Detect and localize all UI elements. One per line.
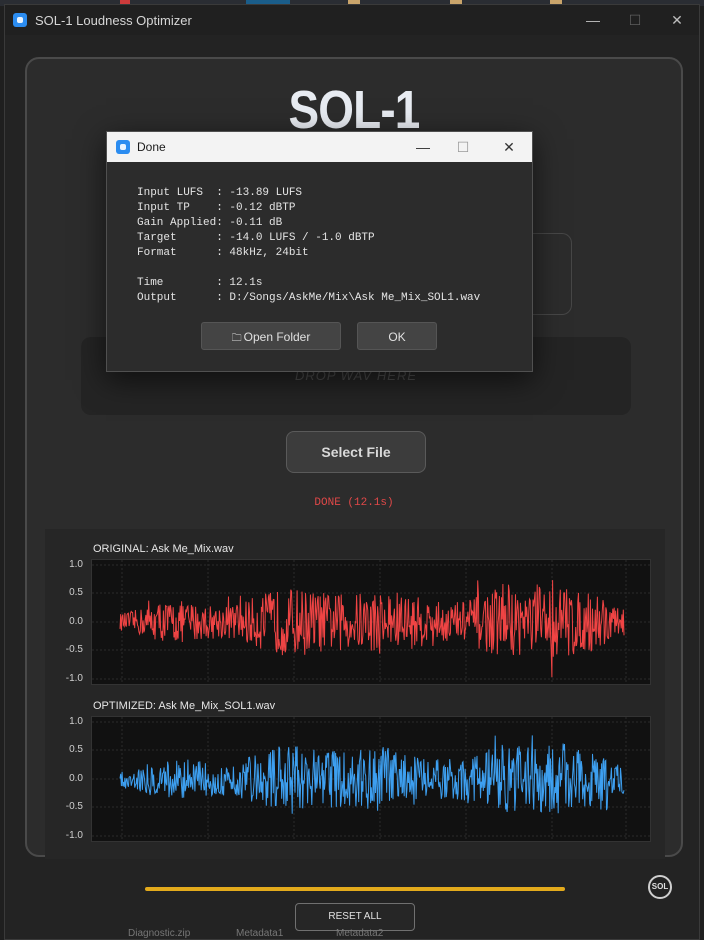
- waveform-trace: [119, 735, 625, 814]
- y-tick: -1.0: [65, 830, 83, 841]
- sol-logo-badge: SOL: [648, 875, 672, 899]
- optimized-waveform-svg: [92, 717, 650, 841]
- reset-all-button[interactable]: RESET ALL: [295, 903, 415, 931]
- y-tick: -1.0: [65, 673, 83, 684]
- y-tick: 0.0: [69, 773, 83, 784]
- report-line: Target : -14.0 LUFS / -1.0 dBTP: [137, 232, 375, 244]
- open-folder-label: Open Folder: [243, 330, 311, 344]
- window-title: SOL-1 Loudness Optimizer: [35, 13, 192, 28]
- optimized-waveform-title: OPTIMIZED: Ask Me_Mix_SOL1.wav: [93, 700, 276, 712]
- app-icon: [116, 140, 130, 154]
- y-tick: 1.0: [69, 559, 83, 570]
- dialog-minimize-button[interactable]: —: [403, 136, 443, 158]
- taskbar-item: Metadata2: [336, 928, 384, 939]
- y-tick: -0.5: [65, 801, 83, 812]
- original-waveform-svg: [92, 560, 650, 684]
- dialog-maximize-button[interactable]: ☐: [443, 136, 483, 158]
- minimize-button[interactable]: —: [573, 9, 613, 31]
- waveform-trace: [119, 580, 625, 678]
- status-text: DONE (12.1s): [314, 497, 394, 509]
- y-tick: -0.5: [65, 644, 83, 655]
- settings-box: [527, 233, 572, 315]
- original-waveform-title: ORIGINAL: Ask Me_Mix.wav: [93, 543, 234, 555]
- y-tick: 1.0: [69, 716, 83, 727]
- dialog-titlebar: Done — ☐ ✕: [107, 132, 532, 162]
- dialog-close-button[interactable]: ✕: [489, 136, 529, 158]
- maximize-button[interactable]: ☐: [615, 9, 655, 31]
- report-line: Gain Applied: -0.11 dB: [137, 217, 283, 229]
- report-line: Format : 48kHz, 24bit: [137, 247, 309, 259]
- result-report: Input LUFS : -13.89 LUFS Input TP : -0.1…: [137, 186, 480, 306]
- report-line: Input LUFS : -13.89 LUFS: [137, 187, 303, 199]
- waveform-area: ORIGINAL: Ask Me_Mix.wav 1.0 0.5 0.0 -0.…: [45, 529, 665, 859]
- ok-button[interactable]: OK: [357, 322, 437, 350]
- original-waveform-plot: [91, 559, 651, 685]
- done-dialog: Done — ☐ ✕ Input LUFS : -13.89 LUFS Inpu…: [106, 131, 533, 372]
- dialog-title: Done: [137, 140, 166, 154]
- progress-bar: [145, 887, 565, 891]
- open-folder-button[interactable]: 🗀 Open Folder: [201, 322, 341, 350]
- close-button[interactable]: ✕: [657, 9, 697, 31]
- taskbar-item: Diagnostic.zip: [128, 928, 191, 939]
- report-line: Input TP : -0.12 dBTP: [137, 202, 296, 214]
- optimized-waveform-plot: [91, 716, 651, 842]
- window-titlebar: SOL-1 Loudness Optimizer — ☐ ✕: [5, 5, 699, 35]
- folder-icon: 🗀: [231, 333, 242, 344]
- report-line: Time : 12.1s: [137, 277, 263, 289]
- report-line: Output : D:/Songs/AskMe/Mix\Ask Me_Mix_S…: [137, 292, 481, 304]
- y-tick: 0.5: [69, 587, 83, 598]
- y-tick: 0.5: [69, 744, 83, 755]
- y-tick: 0.0: [69, 616, 83, 627]
- app-icon: [13, 13, 27, 27]
- select-file-button[interactable]: Select File: [286, 431, 426, 473]
- taskbar-item: Metadata1: [236, 928, 284, 939]
